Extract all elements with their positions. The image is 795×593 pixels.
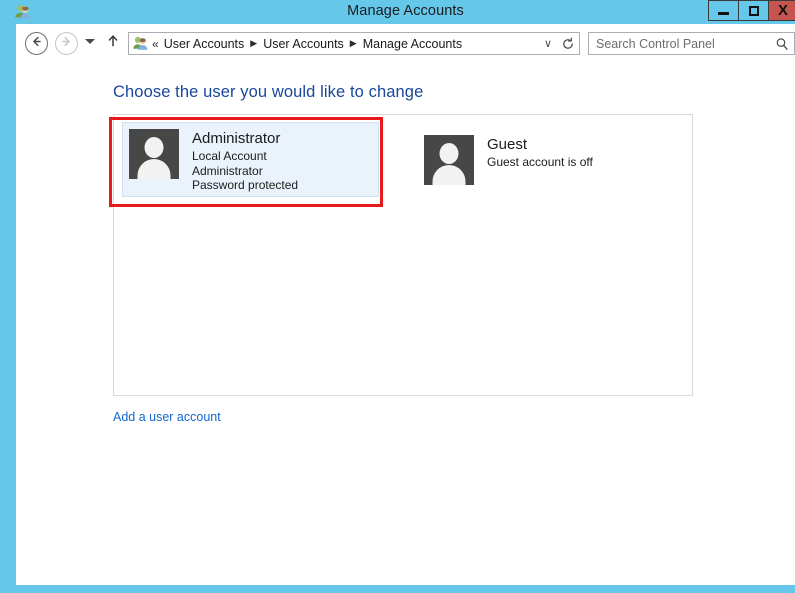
search-input[interactable] <box>596 36 770 51</box>
manage-accounts-window: Manage Accounts X « User Accounts ▶ User… <box>0 0 795 593</box>
user-avatar-icon <box>129 129 179 179</box>
account-detail-password: Password protected <box>192 178 299 192</box>
account-info-guest: Guest Guest account is off <box>487 135 593 170</box>
chevron-down-icon[interactable]: ∨ <box>539 37 557 50</box>
search-icon[interactable] <box>770 37 794 51</box>
address-bar[interactable]: « User Accounts ▶ User Accounts ▶ Manage… <box>128 32 580 55</box>
maximize-button[interactable] <box>738 0 768 21</box>
window-controls: X <box>708 0 795 22</box>
window-title: Manage Accounts <box>347 3 464 19</box>
content-area: Choose the user you would like to change… <box>16 62 795 585</box>
account-tile-administrator[interactable]: Administrator Local Account Administrato… <box>122 122 379 197</box>
accounts-panel: Administrator Local Account Administrato… <box>113 114 693 396</box>
account-detail-type: Local Account <box>192 149 267 163</box>
account-detail-role: Administrator <box>192 163 263 178</box>
navigation-bar: « User Accounts ▶ User Accounts ▶ Manage… <box>16 24 795 62</box>
breadcrumb-separator-icon[interactable]: ▶ <box>350 39 357 48</box>
forward-arrow-icon <box>60 35 73 53</box>
user-avatar-icon <box>424 135 474 185</box>
breadcrumb-item-user-accounts-2[interactable]: User Accounts <box>262 36 345 52</box>
close-icon: X <box>777 2 788 19</box>
user-accounts-icon <box>132 35 149 52</box>
breadcrumb-item-user-accounts-1[interactable]: User Accounts <box>163 36 246 52</box>
breadcrumb-overflow[interactable]: « <box>152 37 159 51</box>
recent-locations-button[interactable] <box>85 39 95 44</box>
avatar-body <box>432 165 466 185</box>
minimize-icon <box>718 11 729 15</box>
avatar-body <box>137 159 171 179</box>
forward-button <box>55 32 78 55</box>
account-info-administrator: Administrator Local Account Administrato… <box>192 129 298 193</box>
page-title: Choose the user you would like to change <box>113 83 424 101</box>
up-arrow-icon <box>106 33 120 54</box>
maximize-icon <box>748 5 759 16</box>
search-box[interactable] <box>588 32 795 55</box>
back-arrow-icon <box>30 35 43 53</box>
up-button[interactable] <box>104 33 122 53</box>
account-detail-status: Guest account is off <box>487 155 593 169</box>
account-tile-guest[interactable]: Guest Guest account is off <box>417 128 667 198</box>
minimize-button[interactable] <box>708 0 738 21</box>
back-button[interactable] <box>25 32 48 55</box>
add-user-account-link[interactable]: Add a user account <box>113 410 221 424</box>
account-name: Guest <box>487 136 528 153</box>
close-button[interactable]: X <box>768 0 795 21</box>
breadcrumb-item-manage-accounts[interactable]: Manage Accounts <box>362 36 463 52</box>
breadcrumb: « User Accounts ▶ User Accounts ▶ Manage… <box>152 36 539 52</box>
refresh-icon[interactable] <box>557 37 579 51</box>
breadcrumb-separator-icon[interactable]: ▶ <box>250 39 257 48</box>
avatar-head <box>439 143 459 164</box>
avatar-head <box>144 137 164 158</box>
account-name: Administrator <box>192 130 281 147</box>
title-bar[interactable]: Manage Accounts X <box>8 0 795 24</box>
